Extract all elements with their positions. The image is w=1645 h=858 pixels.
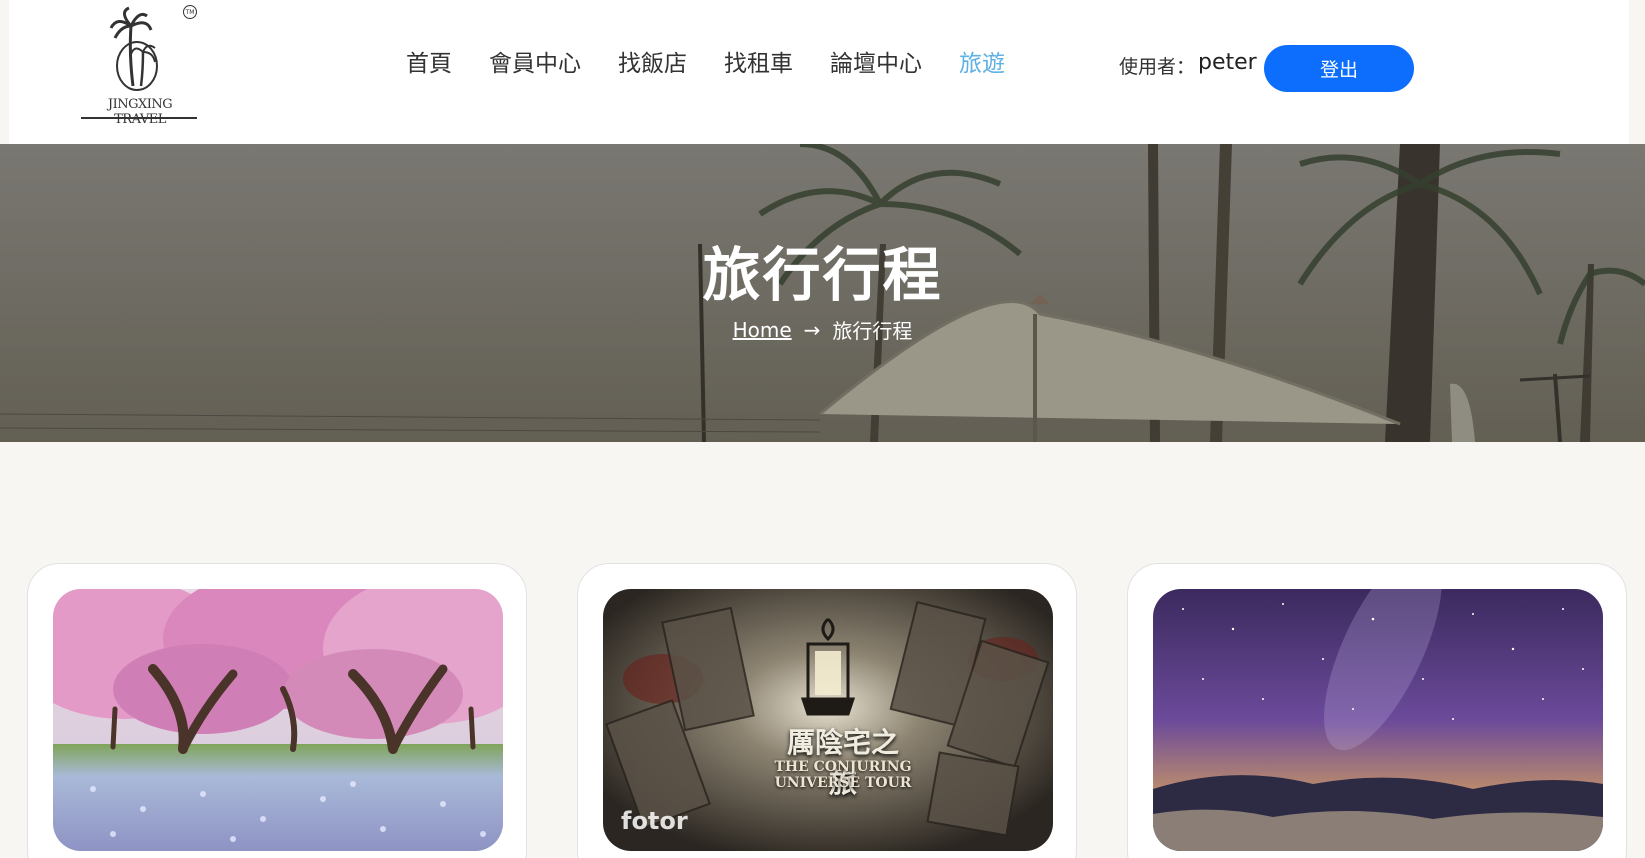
logo-text: JINGXING TRAVEL [107,97,173,127]
logo-underline [81,117,197,119]
trademark-icon: TM [183,5,197,19]
conjuring-tour-subcaption: THE CONJURING UNIVERSE TOUR [774,759,912,791]
fotor-watermark: fotor [621,807,688,835]
page: TM JINGXING TRAVEL 首頁 會員中心 找飯店 找租車 論壇中心 … [0,0,1645,858]
starry-night-image[interactable] [1153,589,1603,851]
user-label: 使用者： [1119,56,1196,78]
tour-card[interactable]: 厲陰宅之旅 THE CONJURING UNIVERSE TOUR fotor [577,563,1077,858]
page-title: 旅行行程 [702,241,943,309]
user-name: peter [1198,50,1257,75]
nav-item-find-car-rental[interactable]: 找租車 [724,48,793,80]
breadcrumb-current: 旅行行程 [832,319,913,343]
nav-item-member-center[interactable]: 會員中心 [489,48,581,80]
nav-item-find-hotel[interactable]: 找飯店 [618,48,687,80]
nav-item-home[interactable]: 首頁 [406,48,452,80]
tour-card[interactable] [27,563,527,858]
breadcrumb-home-link[interactable]: Home [733,318,792,342]
nav-item-travel[interactable]: 旅遊 [959,48,1005,80]
nav-item-forum-center[interactable]: 論壇中心 [830,48,922,80]
cherry-blossom-image[interactable] [53,589,503,851]
logout-button[interactable]: 登出 [1264,45,1414,92]
site-header: TM JINGXING TRAVEL 首頁 會員中心 找飯店 找租車 論壇中心 … [9,0,1629,144]
breadcrumb: Home → 旅行行程 [0,315,1645,344]
conjuring-tour-image[interactable]: 厲陰宅之旅 THE CONJURING UNIVERSE TOUR fotor [603,589,1053,851]
tour-card[interactable] [1127,563,1627,858]
arrow-right-icon: → [803,317,821,342]
hero-banner: 旅行行程 Home → 旅行行程 [0,144,1645,442]
palm-tree-logo-icon [109,6,158,91]
main-nav: 首頁 會員中心 找飯店 找租車 論壇中心 旅遊 [406,48,1042,80]
